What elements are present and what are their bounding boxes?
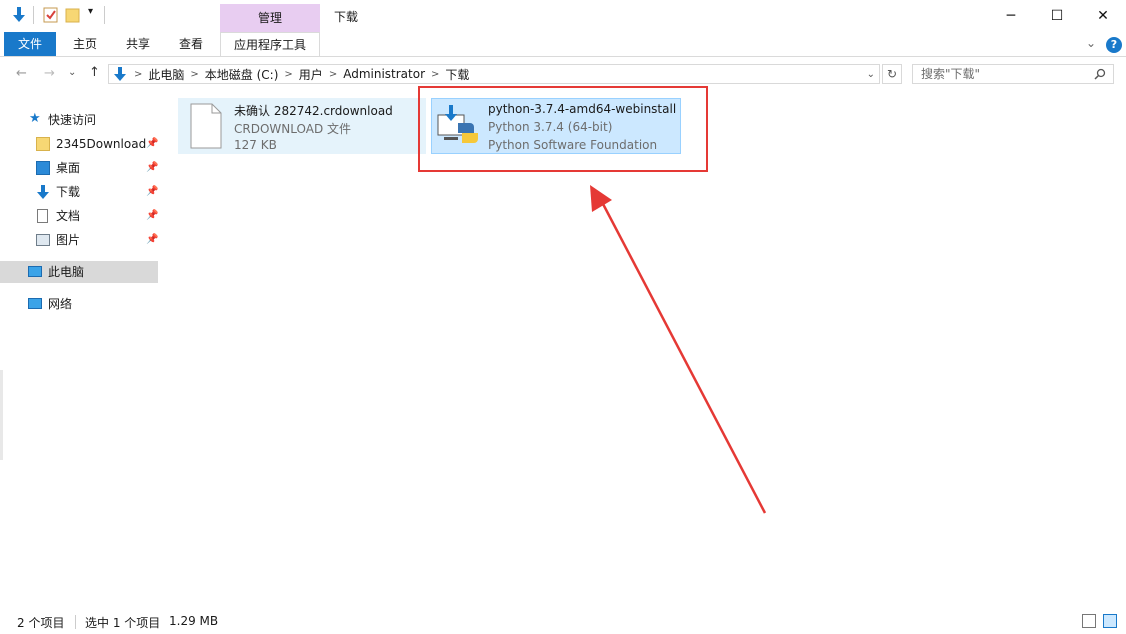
downloads-location-icon — [114, 67, 126, 81]
search-input[interactable]: 搜索"下载" — [912, 64, 1114, 84]
navigation-pane: ★ 快速访问 2345Download 📌 桌面 📌 下载 📌 文档 📌 图片 … — [0, 96, 160, 604]
folder-icon — [36, 137, 50, 151]
tab-share[interactable]: 共享 — [114, 32, 162, 56]
nav-network[interactable]: 网络 — [0, 293, 158, 315]
collapse-ribbon-icon[interactable]: ⌄ — [1086, 36, 1096, 50]
breadcrumb-local-disk[interactable]: 本地磁盘 (C:) — [205, 66, 279, 83]
network-icon — [28, 298, 42, 309]
status-bar: 2 个项目 选中 1 个项目 1.29 MB — [0, 608, 1126, 634]
tab-view[interactable]: 查看 — [166, 32, 216, 56]
status-item-count: 2 个项目 — [17, 616, 65, 630]
nav-item-documents[interactable]: 文档 📌 — [0, 205, 158, 227]
help-icon[interactable]: ? — [1106, 37, 1122, 53]
status-size: 1.29 MB — [169, 614, 219, 628]
address-dropdown-icon[interactable]: ⌄ — [867, 69, 875, 80]
window-title: 下载 — [334, 10, 359, 24]
ribbon-tabs: 文件 主页 共享 查看 应用程序工具 ⌄ ? — [0, 32, 1126, 57]
file-tile-crdownload[interactable]: 未确认 282742.crdownload CRDOWNLOAD 文件 127 … — [178, 98, 426, 154]
search-icon[interactable] — [1094, 68, 1106, 80]
pin-icon: 📌 — [146, 186, 159, 197]
nav-item-desktop[interactable]: 桌面 📌 — [0, 157, 158, 179]
minimize-button[interactable]: ─ — [988, 0, 1034, 32]
file-size: 127 KB — [234, 138, 277, 152]
nav-quick-access[interactable]: ★ 快速访问 — [0, 109, 158, 131]
nav-this-pc[interactable]: 此电脑 — [0, 261, 158, 283]
large-icons-view-icon[interactable] — [1103, 614, 1117, 628]
blank-file-icon — [190, 103, 222, 149]
tab-application-tools[interactable]: 应用程序工具 — [220, 32, 320, 56]
forward-arrow-icon[interactable]: → — [44, 66, 55, 81]
maximize-button[interactable]: ☐ — [1034, 0, 1080, 32]
customize-qat-icon[interactable]: ▾ — [88, 6, 93, 17]
properties-icon[interactable] — [42, 6, 60, 24]
breadcrumb-separator[interactable]: > — [284, 69, 292, 80]
nav-item-downloads[interactable]: 下载 📌 — [0, 181, 158, 203]
address-bar[interactable]: > 此电脑 > 本地磁盘 (C:) > 用户 > Administrator >… — [108, 64, 880, 84]
nav-scrollbar[interactable] — [0, 370, 3, 460]
breadcrumb-users[interactable]: 用户 — [299, 66, 323, 83]
breadcrumb-separator[interactable]: > — [431, 69, 439, 80]
breadcrumb-separator[interactable]: > — [190, 69, 198, 80]
download-arrow-icon[interactable] — [10, 6, 28, 24]
file-type: CRDOWNLOAD 文件 — [234, 122, 352, 136]
breadcrumb-downloads[interactable]: 下载 — [445, 66, 469, 83]
details-view-icon[interactable] — [1082, 614, 1096, 628]
nav-item-2345download[interactable]: 2345Download 📌 — [0, 133, 158, 155]
up-arrow-icon[interactable]: ↑ — [89, 65, 100, 80]
breadcrumb-this-pc[interactable]: 此电脑 — [148, 66, 184, 83]
breadcrumb-administrator[interactable]: Administrator — [343, 67, 425, 81]
breadcrumb-separator[interactable]: > — [134, 69, 142, 80]
status-selected: 选中 1 个项目 — [85, 616, 161, 630]
title-bar: ▾ 管理 下载 ─ ☐ ✕ — [0, 0, 1126, 32]
close-button[interactable]: ✕ — [1080, 0, 1126, 32]
back-arrow-icon[interactable]: ← — [16, 66, 27, 81]
desktop-icon — [36, 161, 50, 175]
annotation-highlight-box — [418, 86, 708, 172]
document-icon — [37, 209, 48, 223]
star-icon: ★ — [29, 111, 41, 126]
new-folder-icon[interactable] — [64, 6, 82, 24]
computer-icon — [28, 266, 42, 277]
breadcrumb-separator[interactable]: > — [329, 69, 337, 80]
refresh-icon[interactable]: ↻ — [882, 64, 902, 84]
pin-icon: 📌 — [146, 210, 159, 221]
picture-icon — [36, 234, 50, 246]
file-name: 未确认 282742.crdownload — [234, 104, 393, 118]
download-arrow-icon — [37, 185, 49, 199]
tab-home[interactable]: 主页 — [60, 32, 110, 56]
pin-icon: 📌 — [146, 234, 159, 245]
tab-file[interactable]: 文件 — [4, 32, 56, 56]
recent-locations-icon[interactable]: ⌄ — [68, 67, 76, 78]
manage-tab[interactable]: 管理 — [220, 4, 320, 32]
nav-item-pictures[interactable]: 图片 📌 — [0, 229, 158, 251]
pin-icon: 📌 — [146, 162, 159, 173]
pin-icon: 📌 — [146, 138, 159, 149]
